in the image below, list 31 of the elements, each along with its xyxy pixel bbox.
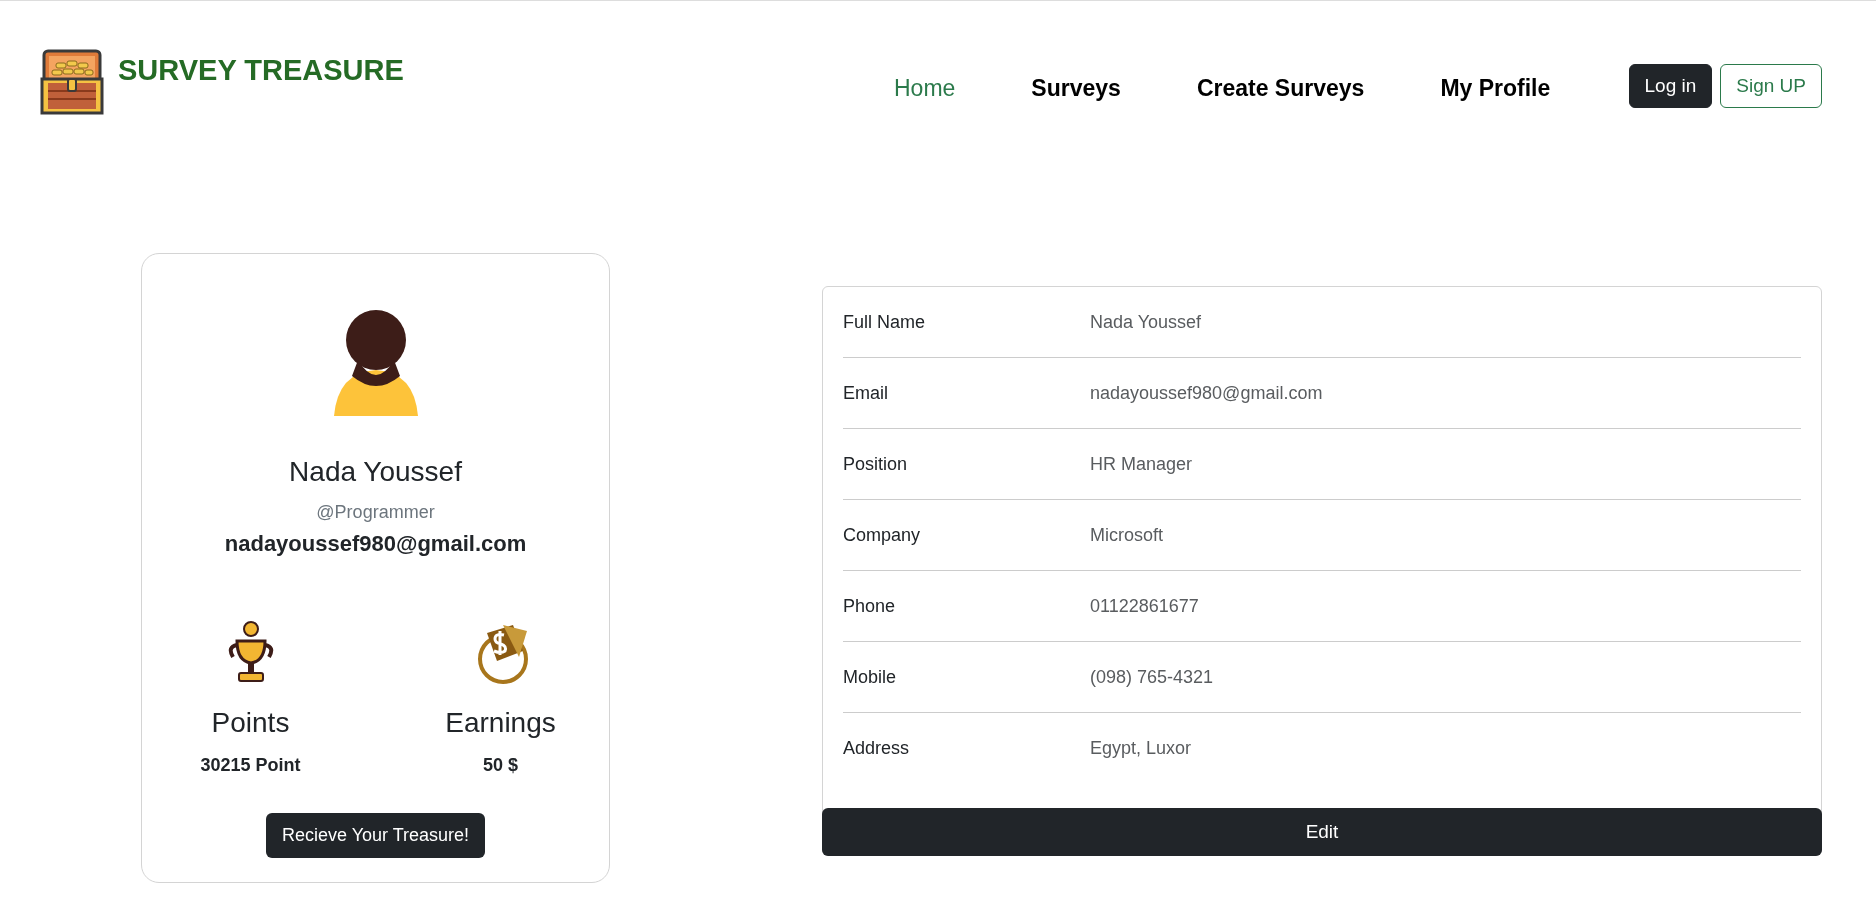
field-value: HR Manager [1090, 453, 1193, 475]
edit-button[interactable]: Edit [822, 808, 1822, 856]
field-value: Nada Youssef [1090, 311, 1202, 333]
profile-email: nadayoussef980@gmail.com [224, 531, 527, 557]
nav-link[interactable]: Home [856, 75, 994, 102]
brand-title: SURVEY TREASURE [118, 54, 404, 87]
field-value: Microsoft [1090, 524, 1163, 546]
receive-treasure-button[interactable]: Recieve Your Treasure! [265, 813, 486, 858]
field-label: Position [843, 453, 909, 475]
profile-name: Nada Youssef [289, 456, 462, 488]
stat-value: 50 $ [482, 755, 518, 776]
stat-value: 30215 Point [200, 755, 301, 776]
field-label: Email [843, 382, 889, 404]
field-value: (098) 765-4321 [1090, 666, 1214, 688]
field-value: Egypt, Luxor [1090, 737, 1192, 759]
field-label: Mobile [843, 666, 898, 688]
nav-link[interactable]: Surveys [993, 75, 1159, 102]
stat-title: Points [211, 707, 290, 739]
login-button[interactable]: Log in [1628, 64, 1713, 108]
nav-link[interactable]: My Profile [1402, 75, 1589, 102]
field-value: 01122861677 [1090, 595, 1199, 617]
signup-button[interactable]: Sign UP [1720, 64, 1822, 108]
field-label: Phone [843, 595, 897, 617]
treasure-chest-icon [40, 49, 104, 115]
nav-link[interactable]: Create Surveys [1158, 75, 1403, 102]
field-label: Address [843, 737, 911, 759]
field-value: nadayoussef980@gmail.com [1090, 382, 1323, 404]
field-label: Full Name [843, 311, 927, 333]
stat-title: Earnings [445, 707, 556, 739]
field-label: Company [843, 524, 922, 546]
profile-handle: @Programmer [316, 502, 435, 523]
